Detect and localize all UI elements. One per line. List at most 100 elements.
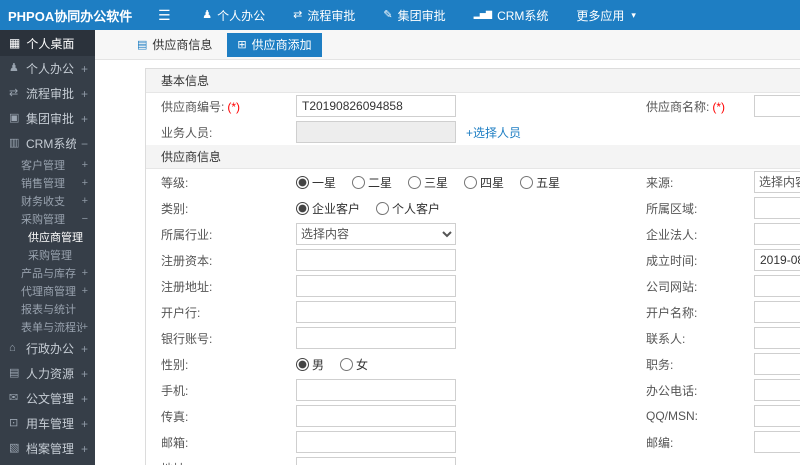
expand-plus-icon[interactable]: + (81, 442, 88, 456)
radio-input[interactable] (352, 175, 366, 189)
expand-plus-icon[interactable]: + (82, 195, 88, 207)
position-input[interactable] (754, 353, 800, 375)
sidebar-item-customer-mgmt[interactable]: 客户管理 + (0, 156, 95, 174)
radio-input[interactable] (464, 175, 478, 189)
expand-plus-icon[interactable]: + (81, 342, 88, 356)
address-input[interactable] (296, 457, 456, 465)
sidebar-item-supplier-mgmt[interactable]: 供应商管理 (0, 228, 95, 246)
nav-item-more-apps[interactable]: 更多应用 ▾ (562, 0, 650, 30)
sidebar-item-form-flow-settings[interactable]: 表单与流程设置 + (0, 318, 95, 336)
sidebar-item-archive-mgmt[interactable]: ▧ 档案管理 + (0, 436, 95, 461)
expand-plus-icon[interactable]: + (81, 62, 88, 76)
sales-person-input[interactable] (296, 121, 456, 143)
radio-input[interactable] (376, 201, 390, 215)
contact-input[interactable] (754, 327, 800, 349)
sidebar-item-purchase-mgmt[interactable]: 采购管理 − (0, 210, 95, 228)
sidebar-item-workflow-approval[interactable]: ⇄ 流程审批 + (0, 81, 95, 106)
sidebar-item-label: 客户管理 (21, 160, 65, 172)
website-input[interactable] (754, 275, 800, 297)
nav-item-group-approval[interactable]: ✎ 集团审批 (369, 0, 459, 30)
sidebar-item-product-inventory[interactable]: 产品与库存 + (0, 264, 95, 282)
expand-plus-icon[interactable]: + (81, 392, 88, 406)
sidebar-item-vehicle-mgmt[interactable]: ⊡ 用车管理 + (0, 411, 95, 436)
desktop-icon: ▦ (9, 36, 21, 50)
region-input[interactable] (754, 197, 800, 219)
nav-item-personal-office[interactable]: ♟ 个人办公 (188, 0, 279, 30)
choose-person-link[interactable]: +选择人员 (466, 124, 521, 141)
nav-item-workflow-approval[interactable]: ⇄ 流程审批 (279, 0, 369, 30)
sidebar-item-agent-mgmt[interactable]: 代理商管理 + (0, 282, 95, 300)
sidebar-item-hr[interactable]: ▤ 人力资源 + (0, 361, 95, 386)
radio-input[interactable] (520, 175, 534, 189)
brand-logo[interactable]: PHPOA协同办公软件 (0, 6, 132, 25)
form-row: 开户行: 开户名称: (146, 299, 800, 325)
radio-input[interactable] (296, 357, 309, 371)
menu-toggle-icon[interactable]: ☰ (152, 7, 176, 24)
main-area: ▤ 供应商信息 ⊞ 供应商添加 基本信息 供应商编号:(*) 供应商名称:(*) (95, 30, 800, 465)
gender-radio-male[interactable]: 男 (296, 356, 324, 373)
expand-plus-icon[interactable]: + (81, 417, 88, 431)
form-row: 邮箱: 邮编: (146, 429, 800, 455)
nav-item-crm[interactable]: ▂▅▇ CRM系统 (460, 0, 563, 30)
sidebar-item-admin-office[interactable]: ⌂ 行政办公 + (0, 336, 95, 361)
nav-label: 流程审批 (307, 8, 356, 23)
legal-person-input[interactable] (754, 223, 800, 245)
expand-plus-icon[interactable]: + (81, 367, 88, 381)
tab-supplier-info[interactable]: ▤ 供应商信息 (127, 33, 222, 57)
account-name-input[interactable] (754, 301, 800, 323)
supplier-name-input[interactable] (754, 95, 800, 117)
establish-date-input[interactable] (754, 249, 800, 271)
sidebar-item-label: 供应商管理 (28, 232, 83, 244)
expand-plus-icon[interactable]: + (81, 112, 88, 126)
sidebar-item-group-approval[interactable]: ▣ 集团审批 + (0, 106, 95, 131)
sidebar-item-procurement-mgmt[interactable]: 采购管理 (0, 246, 95, 264)
reg-capital-input[interactable] (296, 249, 456, 271)
gender-radio-female[interactable]: 女 (340, 356, 368, 373)
expand-plus-icon[interactable]: + (82, 285, 88, 297)
expand-plus-icon[interactable]: + (81, 87, 88, 101)
sidebar-item-personal-office[interactable]: ♟ 个人办公 + (0, 56, 95, 81)
sidebar: ▦ 个人桌面 ♟ 个人办公 + ⇄ 流程审批 + ▣ 集团审批 + ▥ CRM系… (0, 30, 95, 465)
radio-input[interactable] (296, 201, 309, 215)
collapse-minus-icon[interactable]: − (81, 137, 88, 151)
expand-plus-icon[interactable]: + (82, 321, 88, 333)
sidebar-item-document-mgmt[interactable]: ✉ 公文管理 + (0, 386, 95, 411)
level-radio-4[interactable]: 四星 (464, 174, 504, 191)
supplier-no-input[interactable] (296, 95, 456, 117)
level-radio-5[interactable]: 五星 (520, 174, 560, 191)
mobile-input[interactable] (296, 379, 456, 401)
bank-account-input[interactable] (296, 327, 456, 349)
expand-plus-icon[interactable]: + (82, 159, 88, 171)
sidebar-item-sales-mgmt[interactable]: 销售管理 + (0, 174, 95, 192)
sidebar-item-finance[interactable]: 财务收支 + (0, 192, 95, 210)
radio-input[interactable] (340, 357, 354, 371)
field-label: 类别: (161, 201, 189, 216)
level-radio-1[interactable]: 一星 (296, 174, 336, 191)
sidebar-item-label: 采购管理 (21, 214, 65, 226)
email-input[interactable] (296, 431, 456, 453)
source-select[interactable]: 选择内容 (754, 171, 800, 193)
form-row: 注册资本: 成立时间: (146, 247, 800, 273)
chevron-down-icon: ▾ (631, 9, 636, 20)
field-label: 银行账号: (161, 331, 213, 346)
sidebar-item-desktop[interactable]: ▦ 个人桌面 (0, 30, 95, 56)
fax-input[interactable] (296, 405, 456, 427)
level-radio-2[interactable]: 二星 (352, 174, 392, 191)
tab-supplier-add[interactable]: ⊞ 供应商添加 (227, 32, 322, 57)
radio-input[interactable] (296, 175, 309, 189)
sidebar-item-reports[interactable]: 报表与统计 (0, 300, 95, 318)
level-radio-3[interactable]: 三星 (408, 174, 448, 191)
radio-input[interactable] (408, 175, 422, 189)
reg-address-input[interactable] (296, 275, 456, 297)
collapse-minus-icon[interactable]: − (82, 213, 88, 225)
category-radio-enterprise[interactable]: 企业客户 (296, 200, 360, 217)
expand-plus-icon[interactable]: + (82, 267, 88, 279)
qq-input[interactable] (754, 405, 800, 427)
sidebar-item-crm[interactable]: ▥ CRM系统 − (0, 131, 95, 156)
category-radio-personal[interactable]: 个人客户 (376, 200, 440, 217)
office-phone-input[interactable] (754, 379, 800, 401)
zip-input[interactable] (754, 431, 800, 453)
expand-plus-icon[interactable]: + (82, 177, 88, 189)
bank-input[interactable] (296, 301, 456, 323)
industry-select[interactable]: 选择内容 (296, 223, 456, 245)
